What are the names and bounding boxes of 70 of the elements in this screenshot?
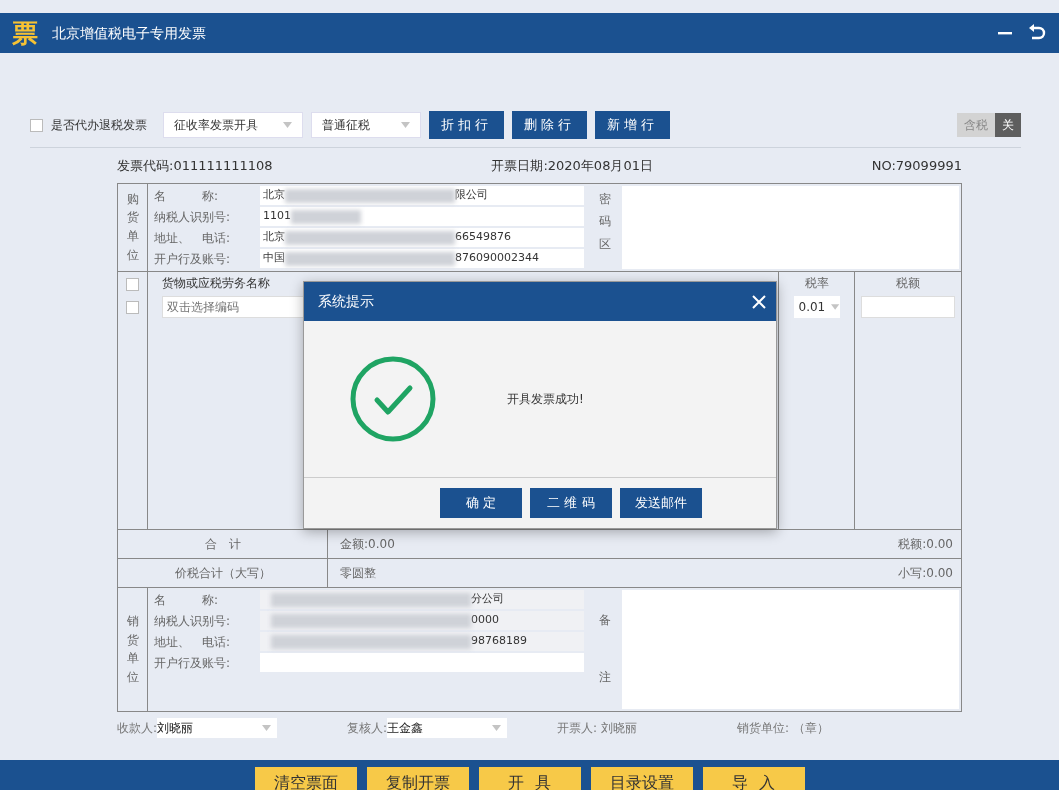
invoice-date: 开票日期:2020年08月01日: [491, 157, 653, 175]
input-field[interactable]: 1101: [260, 207, 584, 226]
dialog-button[interactable]: 二 维 码: [530, 488, 612, 518]
field-label: 开户行及账号:: [154, 250, 232, 268]
input-field[interactable]: [260, 653, 584, 672]
field-label: 地址、 电话:: [154, 633, 232, 651]
total-amount: 金额:0.00: [339, 535, 396, 553]
dropdown[interactable]: 刘晓丽: [157, 717, 278, 738]
dropdown[interactable]: 王金鑫: [387, 717, 508, 738]
checkbox[interactable]: [126, 300, 139, 314]
caret-icon: [492, 724, 502, 731]
toggle-option[interactable]: 关: [995, 113, 1021, 137]
caret-icon: [401, 122, 410, 128]
field-label: 纳税人识别号:: [154, 612, 232, 630]
caret-icon: [283, 122, 292, 128]
field-label: 名 称:: [154, 591, 220, 609]
close-icon[interactable]: [752, 294, 766, 309]
amount-in-figures: 小写:0.00: [898, 564, 954, 582]
input-field[interactable]: 中国 876090002344: [260, 249, 584, 268]
dropdown[interactable]: 征收率发票开具: [163, 112, 303, 138]
input-field[interactable]: [861, 295, 955, 318]
action-button[interactable]: 导 入: [702, 767, 805, 790]
input-field[interactable]: 0000: [260, 611, 584, 630]
dropdown[interactable]: 普通征税: [311, 112, 421, 138]
row-label: 价税合计（大写）: [118, 558, 328, 587]
field-label: 收款人:: [117, 719, 158, 737]
toolbar-button[interactable]: 新增行: [595, 111, 670, 139]
input-field[interactable]: 北京 66549876: [260, 228, 584, 247]
dialog-button[interactable]: 发送邮件: [620, 488, 702, 518]
caret-icon: [262, 724, 272, 731]
side-label: 备注: [599, 611, 611, 687]
side-label: 密码区: [599, 190, 611, 254]
toolbar-button[interactable]: 折扣行: [429, 111, 504, 139]
side-label: 销货单位: [126, 612, 139, 686]
success-check-icon: [349, 355, 437, 443]
checkbox[interactable]: [126, 277, 139, 291]
column-header: 税率: [804, 274, 829, 292]
dialog-message: 开具发票成功!: [507, 391, 584, 408]
action-button[interactable]: 复制开票: [366, 767, 469, 790]
input-field[interactable]: 98768189: [260, 632, 584, 651]
amount-in-words: 零圆整: [339, 564, 377, 582]
field-value: （章）: [793, 719, 830, 737]
action-button[interactable]: 开 具: [478, 767, 581, 790]
total-tax: 税额:0.00: [898, 535, 954, 553]
input-field[interactable]: 分公司: [260, 590, 584, 609]
checkbox[interactable]: [30, 118, 43, 132]
field-label: 复核人:: [347, 719, 388, 737]
dialog-title: 系统提示: [318, 292, 374, 311]
column-header: 货物或应税劳务名称: [162, 274, 271, 292]
action-button[interactable]: 清空票面: [254, 767, 357, 790]
caret-icon: [831, 303, 840, 310]
field-label: 开票人:: [557, 719, 598, 737]
action-button[interactable]: 目录设置: [590, 767, 693, 790]
side-label: 购货单位: [126, 190, 139, 264]
field-label: 名 称:: [154, 187, 220, 205]
field-label: 纳税人识别号:: [154, 208, 232, 226]
field-label: 地址、 电话:: [154, 229, 232, 247]
input-field[interactable]: 北京 限公司: [260, 186, 584, 205]
field-label: 开户行及账号:: [154, 654, 232, 672]
dropdown[interactable]: 0.01: [793, 295, 840, 318]
field-value: 刘晓丽: [601, 719, 638, 737]
invoice-code: 发票代码:011111111108: [117, 157, 273, 175]
field-label: 销货单位:: [737, 719, 790, 737]
invoice-number: NO:79099991: [871, 157, 962, 175]
column-header: 税额: [896, 274, 920, 292]
dialog-button[interactable]: 确 定: [440, 488, 522, 518]
window-title: 北京增值税电子专用发票: [52, 23, 206, 43]
toolbar-button[interactable]: 删除行: [512, 111, 587, 139]
checkbox-label: 是否代办退税发票: [51, 117, 147, 134]
logo: 票: [12, 20, 38, 46]
